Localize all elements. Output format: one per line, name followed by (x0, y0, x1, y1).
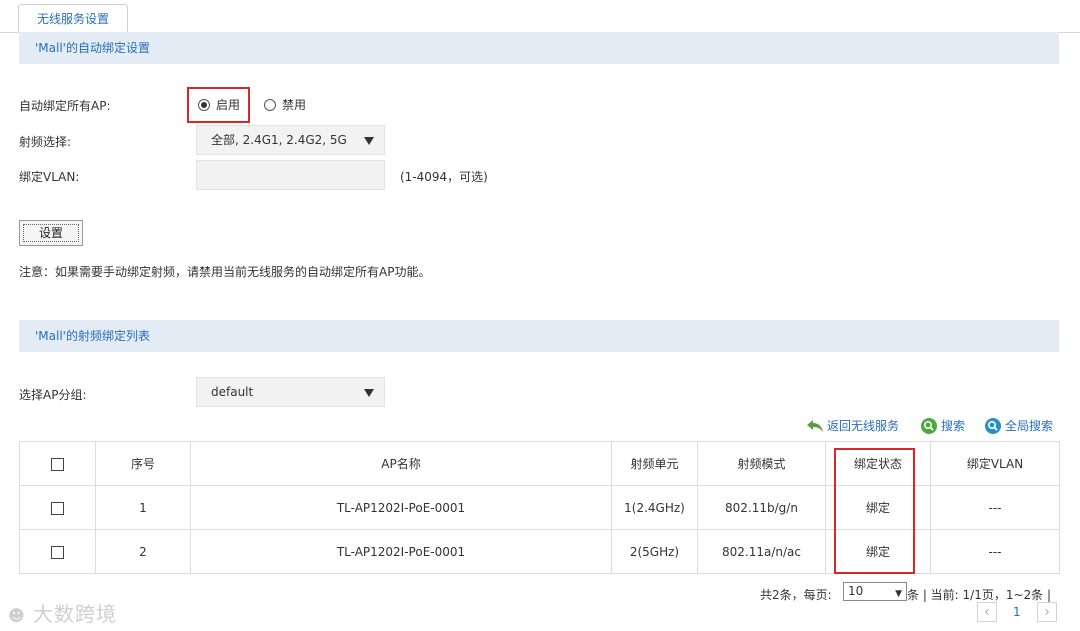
global-search-icon (985, 418, 1001, 434)
select-all-checkbox[interactable] (51, 457, 64, 471)
ap-group-value: default (211, 385, 254, 399)
radio-disable-label: 禁用 (282, 98, 307, 112)
back-to-wireless-service-link[interactable]: 返回无线服务 (806, 417, 899, 434)
next-page-button[interactable]: › (1037, 602, 1057, 622)
row-radio-mode: 802.11b/g/n (697, 485, 826, 530)
chevron-down-icon (364, 137, 374, 145)
per-page-value: 10 (848, 584, 864, 598)
chevron-down-icon: ▼ (895, 589, 902, 599)
column-header-radio-unit: 射频单元 (611, 441, 698, 486)
row-index: 1 (95, 485, 191, 530)
radio-disable-indicator[interactable] (264, 99, 276, 111)
vlan-hint: (1-4094，可选) (400, 170, 488, 184)
row-radio-mode: 802.11a/n/ac (697, 529, 826, 574)
column-header-bind-vlan: 绑定VLAN (930, 441, 1060, 486)
ap-group-label: 选择AP分组: (19, 388, 87, 402)
row-index: 2 (95, 529, 191, 574)
row-checkbox[interactable] (51, 545, 64, 559)
bind-all-ap-label: 自动绑定所有AP: (19, 99, 111, 113)
watermark-logo-icon: ☻ (8, 606, 26, 625)
tab-bar: 无线服务设置 (0, 0, 1080, 33)
prev-page-button[interactable]: ‹ (977, 602, 997, 622)
tab-wireless-service-settings[interactable]: 无线服务设置 (18, 4, 128, 32)
ap-group-select[interactable]: default (196, 377, 385, 407)
row-ap-name: TL-AP1202I-PoE-0001 (190, 529, 612, 574)
column-header-index: 序号 (95, 441, 191, 486)
auto-bind-note: 注意：如果需要手动绑定射频，请禁用当前无线服务的自动绑定所有AP功能。 (19, 265, 431, 279)
bind-status-highlight-box (834, 448, 915, 574)
column-header-ap-name: AP名称 (190, 441, 612, 486)
search-label: 搜索 (941, 419, 966, 433)
row-select-cell[interactable] (19, 485, 96, 530)
row-bind-vlan: --- (930, 529, 1060, 574)
global-search-button[interactable]: 全局搜索 (985, 417, 1053, 434)
set-button-label: 设置 (38, 226, 63, 240)
current-page-number[interactable]: 1 (1013, 605, 1021, 619)
watermark-text: 大数跨境 (33, 602, 118, 626)
column-header-radio-mode: 射频模式 (697, 441, 826, 486)
pagination-status: 条 | 当前: 1/1页，1~2条 | (907, 588, 1052, 602)
search-icon (921, 418, 937, 434)
enable-highlight-box (187, 87, 250, 123)
row-ap-name: TL-AP1202I-PoE-0001 (190, 485, 612, 530)
pagination-total: 共2条，每页: (760, 588, 832, 602)
band-select-label: 射频选择: (19, 135, 72, 149)
set-button[interactable]: 设置 (19, 220, 83, 246)
radio-disable[interactable]: 禁用 (264, 96, 306, 113)
per-page-select[interactable]: 10 ▼ (843, 582, 907, 601)
search-button[interactable]: 搜索 (921, 417, 965, 434)
bind-list-section-title: 'Mall'的射频绑定列表 (19, 320, 1059, 352)
auto-bind-section-title: 'Mall'的自动绑定设置 (19, 32, 1059, 64)
band-select-value: 全部, 2.4G1, 2.4G2, 5G (211, 133, 347, 147)
row-radio-unit: 1(2.4GHz) (611, 485, 698, 530)
back-arrow-icon (807, 420, 823, 432)
select-all-cell[interactable] (19, 441, 96, 486)
bind-vlan-label: 绑定VLAN: (19, 170, 80, 184)
bind-vlan-input[interactable] (196, 160, 385, 190)
row-select-cell[interactable] (19, 529, 96, 574)
band-select[interactable]: 全部, 2.4G1, 2.4G2, 5G (196, 125, 385, 155)
chevron-down-icon (364, 389, 374, 397)
back-link-label: 返回无线服务 (827, 419, 900, 433)
global-search-label: 全局搜索 (1005, 419, 1054, 433)
row-bind-vlan: --- (930, 485, 1060, 530)
row-radio-unit: 2(5GHz) (611, 529, 698, 574)
row-checkbox[interactable] (51, 501, 64, 515)
watermark: ☻ 大数跨境 (8, 598, 117, 627)
